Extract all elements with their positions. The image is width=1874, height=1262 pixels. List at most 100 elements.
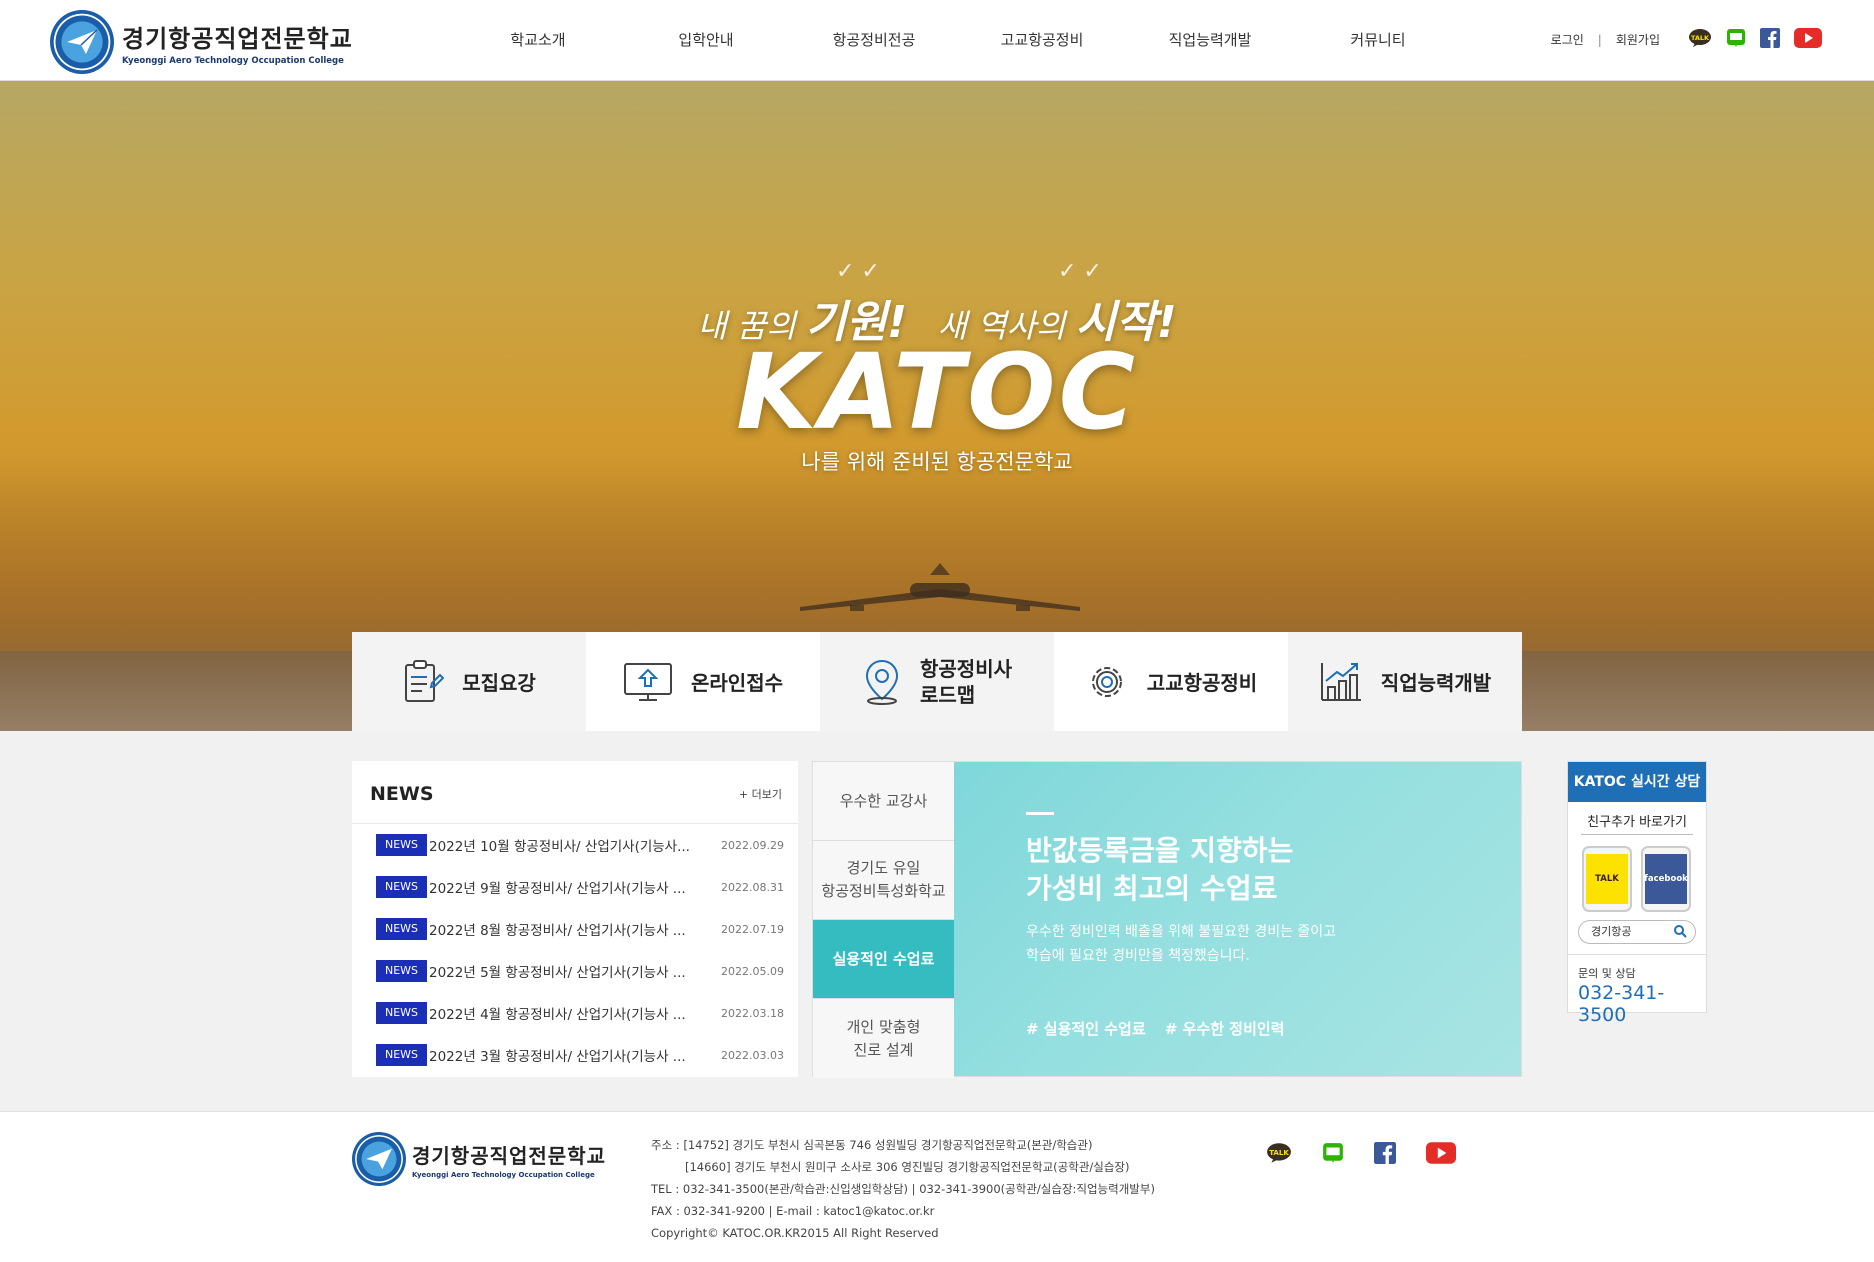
- tab-label: 개인 맞춤형 진로 설계: [846, 1017, 921, 1059]
- footer-logo: 경기항공직업전문학교 Kyeonggi Aero Technology Occu…: [352, 1132, 606, 1186]
- quick-item-label: 온라인접수: [691, 671, 783, 695]
- svg-text:TALK: TALK: [1269, 1148, 1289, 1157]
- nav-highschool-maintenance[interactable]: 고교항공정비: [958, 0, 1126, 81]
- blog-icon[interactable]: [1726, 28, 1746, 51]
- news-item-title: 2022년 4월 항공정비사/ 산업기사(기능사 ...: [429, 1007, 686, 1023]
- news-item-date: 2022.05.09: [721, 964, 784, 978]
- feature-heading: 반값등록금을 지향하는 가성비 최고의 수업료: [1026, 834, 1294, 905]
- news-item-date: 2022.08.31: [721, 880, 784, 894]
- check-marks-icon: ✓ ✓: [1058, 259, 1102, 284]
- site-footer: 경기항공직업전문학교 Kyeonggi Aero Technology Occu…: [0, 1111, 1874, 1262]
- news-item[interactable]: NEWS 2022년 9월 항공정비사/ 산업기사(기능사 ... 2022.0…: [376, 876, 786, 898]
- footer-address-1: 주소 : [14752] 경기도 부천시 심곡본동 746 성원빌딩 경기항공직…: [651, 1138, 1093, 1152]
- kakaotalk-icon[interactable]: TALK: [1266, 1142, 1292, 1168]
- news-item-title: 2022년 10월 항공정비사/ 산업기사(기능사...: [429, 839, 690, 855]
- news-item-date: 2022.03.18: [721, 1006, 784, 1020]
- blog-icon[interactable]: [1322, 1142, 1344, 1168]
- nav-school-intro[interactable]: 학교소개: [454, 0, 622, 81]
- page: 경기항공직업전문학교 Kyeonggi Aero Technology Occu…: [0, 0, 1874, 1262]
- quick-item-label: 모집요강: [462, 671, 536, 695]
- nav-aircraft-maintenance-major[interactable]: 항공정비전공: [790, 0, 958, 81]
- news-item[interactable]: NEWS 2022년 10월 항공정비사/ 산업기사(기능사... 2022.0…: [376, 834, 786, 856]
- facebook-icon[interactable]: [1374, 1142, 1396, 1168]
- quick-mechanic-roadmap[interactable]: 항공정비사 로드맵: [820, 632, 1054, 731]
- news-item[interactable]: NEWS 2022년 3월 항공정비사/ 산업기사(기능사 ... 2022.0…: [376, 1044, 786, 1066]
- quick-menu: 모집요강 온라인접수 항공정비사 로드맵 고교항공정비 직업능력개발: [352, 632, 1522, 731]
- login-link[interactable]: 로그인: [1551, 31, 1584, 48]
- tab-custom-career-design[interactable]: 개인 맞춤형 진로 설계: [813, 999, 954, 1078]
- nav-vocational-development[interactable]: 직업능력개발: [1126, 0, 1294, 81]
- news-item-title: 2022년 8월 항공정비사/ 산업기사(기능사 ...: [429, 923, 686, 939]
- kakaotalk-icon[interactable]: TALK: [1688, 28, 1712, 51]
- news-header: NEWS + 더보기: [352, 761, 798, 824]
- news-panel: NEWS + 더보기 NEWS 2022년 10월 항공정비사/ 산업기사(기능…: [352, 761, 798, 1077]
- search-icon[interactable]: [1673, 924, 1687, 938]
- join-link[interactable]: 회원가입: [1616, 31, 1660, 48]
- utility-menu: 로그인 | 회원가입 TALK: [1551, 28, 1822, 51]
- consult-search-field[interactable]: 경기항공: [1578, 920, 1696, 944]
- news-item-title: 2022년 3월 항공정비사/ 산업기사(기능사 ...: [429, 1049, 686, 1065]
- kakaotalk-icon: TALK: [1586, 854, 1628, 904]
- consult-divider: [1568, 954, 1706, 955]
- news-item[interactable]: NEWS 2022년 5월 항공정비사/ 산업기사(기능사 ... 2022.0…: [376, 960, 786, 982]
- news-item[interactable]: NEWS 2022년 8월 항공정비사/ 산업기사(기능사 ... 2022.0…: [376, 918, 786, 940]
- news-badge: NEWS: [376, 834, 427, 856]
- quick-highschool-maintenance[interactable]: 고교항공정비: [1054, 632, 1288, 731]
- logo-emblem-icon: [50, 10, 114, 74]
- feature-tab-list: 우수한 교강사 경기도 유일 항공정비특성화학교 실용적인 수업료 개인 맞춤형 진…: [813, 762, 954, 1078]
- consult-subtitle: 친구추가 바로가기: [1581, 811, 1693, 835]
- footer-fax-email: FAX : 032-341-9200 | E-mail : katoc1@kat…: [651, 1204, 935, 1218]
- consult-search-value: 경기항공: [1591, 925, 1632, 938]
- quick-recruitment-guide[interactable]: 모집요강: [352, 632, 586, 731]
- hashtag: # 실용적인 수업료: [1026, 1020, 1146, 1038]
- footer-logo-english: Kyeonggi Aero Technology Occupation Coll…: [412, 1170, 595, 1179]
- tab-only-specialized-school[interactable]: 경기도 유일 항공정비특성화학교: [813, 841, 954, 920]
- tab-label: 우수한 교강사: [839, 791, 928, 810]
- kakaotalk-friend-button[interactable]: TALK: [1582, 846, 1632, 912]
- footer-address-2: [14660] 경기도 부천시 원미구 소사로 306 영진빌딩 경기항공직업전…: [685, 1160, 1130, 1174]
- logo-korean: 경기항공직업전문학교: [122, 24, 353, 53]
- header-sns: TALK: [1674, 28, 1822, 51]
- facebook-icon: facebook: [1644, 854, 1688, 904]
- site-logo[interactable]: 경기항공직업전문학교 Kyeonggi Aero Technology Occu…: [50, 10, 353, 74]
- footer-copyright: Copyright© KATOC.OR.KR2015 All Right Res…: [651, 1226, 939, 1240]
- heading-accent-bar: [1026, 812, 1054, 815]
- news-item[interactable]: NEWS 2022년 4월 항공정비사/ 산업기사(기능사 ... 2022.0…: [376, 1002, 786, 1024]
- map-pin-icon: [865, 659, 899, 705]
- airplane-image: [800, 563, 1080, 611]
- nav-community[interactable]: 커뮤니티: [1294, 0, 1462, 81]
- quick-item-label: 고교항공정비: [1146, 671, 1258, 695]
- news-item-title: 2022년 5월 항공정비사/ 산업기사(기능사 ...: [429, 965, 686, 981]
- consult-phone[interactable]: 032-341-3500: [1578, 982, 1706, 1026]
- footer-info: 주소 : [14752] 경기도 부천시 심곡본동 746 성원빌딩 경기항공직…: [651, 1134, 1155, 1244]
- youtube-icon[interactable]: [1426, 1142, 1456, 1168]
- news-badge: NEWS: [376, 876, 427, 898]
- util-separator: |: [1597, 32, 1602, 47]
- logo-emblem-icon: [352, 1132, 406, 1186]
- site-header: 경기항공직업전문학교 Kyeonggi Aero Technology Occu…: [0, 0, 1874, 81]
- news-item-date: 2022.09.29: [721, 838, 784, 852]
- youtube-icon[interactable]: [1794, 28, 1822, 51]
- quick-vocational-development[interactable]: 직업능력개발: [1288, 632, 1522, 731]
- realtime-consult-widget: KATOC 실시간 상담 친구추가 바로가기 TALK facebook 경기항…: [1567, 761, 1707, 1026]
- quick-item-label: 항공정비사 로드맵: [920, 656, 1012, 708]
- news-more-link[interactable]: + 더보기: [739, 786, 782, 802]
- tab-practical-tuition[interactable]: 실용적인 수업료: [813, 920, 954, 999]
- quick-item-label-line1: 항공정비사: [920, 656, 1012, 681]
- facebook-friend-button[interactable]: facebook: [1641, 846, 1691, 912]
- tab-excellent-instructors[interactable]: 우수한 교강사: [813, 762, 954, 841]
- quick-item-label-line2: 로드맵: [920, 682, 976, 707]
- friend-add-links: TALK facebook: [1582, 846, 1700, 912]
- logo-english: Kyeonggi Aero Technology Occupation Coll…: [122, 55, 344, 66]
- hero-subtitle: 나를 위해 준비된 항공전문학교: [801, 450, 1073, 474]
- footer-logo-korean: 경기항공직업전문학교: [412, 1143, 606, 1168]
- consult-title: KATOC 실시간 상담: [1568, 762, 1706, 802]
- quick-online-application[interactable]: 온라인접수: [586, 632, 820, 731]
- svg-text:TALK: TALK: [1691, 34, 1710, 42]
- news-badge: NEWS: [376, 1002, 427, 1024]
- monitor-upload-icon: [624, 662, 672, 701]
- facebook-icon[interactable]: [1760, 28, 1780, 51]
- nav-admission[interactable]: 입학안내: [622, 0, 790, 81]
- consult-label: 문의 및 상담: [1578, 967, 1636, 980]
- feature-tab-content: 반값등록금을 지향하는 가성비 최고의 수업료 우수한 정비인력 배출을 위해 불…: [954, 762, 1521, 1076]
